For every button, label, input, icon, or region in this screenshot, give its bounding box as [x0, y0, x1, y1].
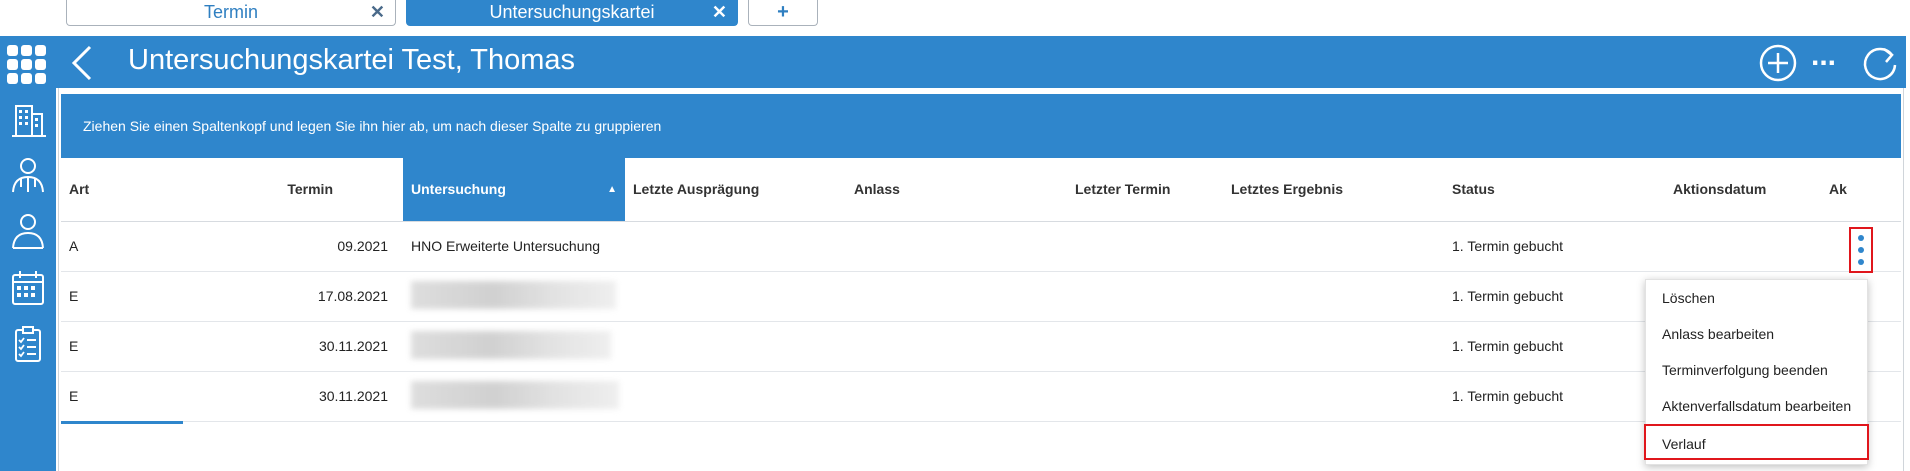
menu-item-verlauf[interactable]: Verlauf — [1644, 424, 1869, 460]
cell-status: 1. Termin gebucht — [1452, 338, 1564, 354]
column-header-aktionsdatum[interactable]: Aktionsdatum — [1665, 158, 1820, 221]
cell-termin: 30.11.2021 — [318, 388, 388, 404]
column-header-letztes-ergebnis[interactable]: Letztes Ergebnis — [1223, 158, 1443, 221]
cell-status: 1. Termin gebucht — [1452, 388, 1564, 404]
cell-termin: 30.11.2021 — [318, 338, 388, 354]
cell-termin: 17.08.2021 — [317, 288, 388, 304]
cell-art: E — [69, 338, 79, 354]
app-header: Untersuchungskartei Test, Thomas ... — [0, 36, 1906, 88]
column-header-status[interactable]: Status — [1444, 158, 1664, 221]
cell-untersuchung: HNO Erweiterte Untersuchung — [411, 238, 601, 254]
menu-item-anlass-bearbeiten[interactable]: Anlass bearbeiten — [1646, 316, 1867, 352]
more-options-button[interactable]: ... — [1811, 39, 1836, 73]
tab-termin[interactable]: Termin ✕ — [66, 0, 396, 26]
selected-row-indicator — [61, 421, 183, 424]
table-row[interactable]: A 09.2021 HNO Erweiterte Untersuchung 1.… — [61, 222, 1901, 272]
redacted-untersuchung — [411, 281, 616, 309]
cell-status: 1. Termin gebucht — [1452, 238, 1564, 254]
menu-item-loeschen[interactable]: Löschen — [1646, 280, 1867, 316]
table-row[interactable]: E 30.11.2021 1. Termin gebucht — [61, 322, 1901, 372]
page-title: Untersuchungskartei Test, Thomas — [128, 44, 576, 76]
close-icon[interactable]: ✕ — [370, 2, 385, 23]
doctor-icon[interactable] — [8, 155, 48, 195]
main-content: Ziehen Sie einen Spaltenkopf und legen S… — [58, 88, 1904, 471]
redacted-untersuchung — [411, 381, 619, 409]
tab-bar: Termin ✕ Untersuchungskartei ✕ + — [0, 0, 1910, 36]
tab-label: Termin — [203, 2, 258, 22]
back-arrow-icon[interactable] — [68, 44, 98, 82]
cell-art: E — [69, 388, 79, 404]
row-actions-kebab-icon[interactable] — [1849, 227, 1873, 273]
cell-art: A — [69, 238, 79, 254]
add-circle-icon[interactable] — [1758, 43, 1798, 83]
column-label: Untersuchung — [411, 181, 506, 197]
calendar-icon[interactable] — [8, 268, 48, 308]
checklist-icon[interactable] — [8, 324, 48, 364]
tab-label: Untersuchungskartei — [489, 2, 655, 22]
menu-item-aktenverfallsdatum-bearbeiten[interactable]: Aktenverfallsdatum bearbeiten — [1646, 388, 1867, 424]
cell-status: 1. Termin gebucht — [1452, 288, 1564, 304]
menu-item-terminverfolgung-beenden[interactable]: Terminverfolgung beenden — [1646, 352, 1867, 388]
sort-ascending-icon: ▲ — [607, 184, 617, 195]
column-header-letzte-auspraegung[interactable]: Letzte Ausprägung — [625, 158, 845, 221]
tab-untersuchungskartei[interactable]: Untersuchungskartei ✕ — [406, 0, 738, 26]
column-header-anlass[interactable]: Anlass — [846, 158, 1066, 221]
redacted-untersuchung — [411, 331, 611, 359]
grid-header: Art Termin Untersuchung ▲ Letzte Auspräg… — [61, 158, 1901, 222]
table-row[interactable]: E 17.08.2021 1. Termin gebucht — [61, 272, 1901, 322]
patient-icon[interactable] — [8, 211, 48, 251]
column-header-termin[interactable]: Termin — [221, 158, 341, 221]
column-header-aktionen[interactable]: Ak — [1821, 158, 1901, 221]
column-header-untersuchung[interactable]: Untersuchung ▲ — [403, 158, 625, 221]
add-tab-button[interactable]: + — [748, 0, 818, 26]
cell-art: E — [69, 288, 79, 304]
row-context-menu: Löschen Anlass bearbeiten Terminverfolgu… — [1644, 279, 1869, 465]
column-header-letzter-termin[interactable]: Letzter Termin — [1067, 158, 1223, 221]
left-sidebar — [0, 88, 56, 471]
building-icon[interactable] — [8, 100, 48, 140]
cell-termin: 09.2021 — [337, 238, 388, 254]
group-by-panel[interactable]: Ziehen Sie einen Spaltenkopf und legen S… — [61, 94, 1901, 158]
column-header-art[interactable]: Art — [61, 158, 221, 221]
table-row[interactable]: E 30.11.2021 1. Termin gebucht — [61, 372, 1901, 422]
refresh-icon[interactable] — [1860, 43, 1900, 83]
apps-grid-icon[interactable] — [7, 45, 47, 85]
close-icon[interactable]: ✕ — [712, 2, 727, 23]
